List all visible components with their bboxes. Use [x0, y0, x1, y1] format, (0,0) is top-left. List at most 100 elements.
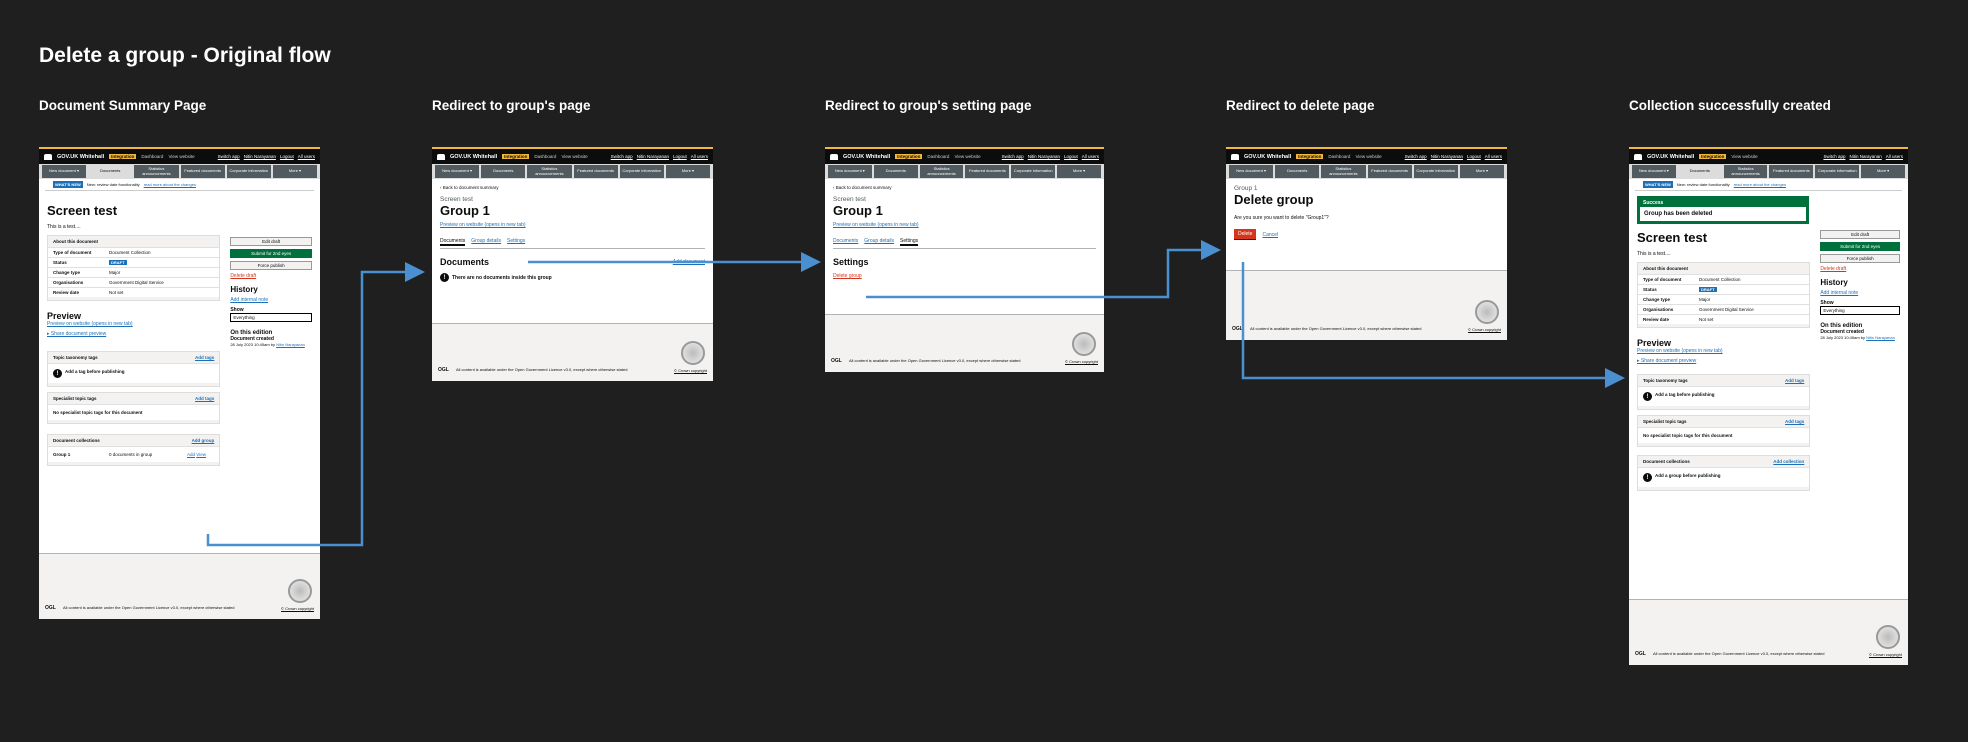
view-website-link[interactable]: View website [1355, 154, 1381, 159]
add-note-link[interactable]: Add internal note [230, 297, 312, 303]
delete-draft-link[interactable]: Delete draft [1820, 266, 1900, 272]
brand[interactable]: GOV.UK Whitehall [1244, 154, 1291, 160]
nav-new-document[interactable]: New document ▾ [435, 165, 480, 178]
logout-link[interactable]: Logout [1467, 154, 1481, 159]
delete-button[interactable]: Delete [1234, 229, 1257, 240]
tab-settings[interactable]: Settings [507, 238, 525, 246]
nav-featured[interactable]: Featured documents [573, 165, 618, 178]
tab-documents[interactable]: Documents [440, 238, 466, 246]
nav-documents[interactable]: Documents [481, 165, 526, 178]
brand[interactable]: GOV.UK Whitehall [1647, 154, 1694, 160]
submit-button[interactable]: Submit for 2nd eyes [230, 249, 312, 258]
preview-link[interactable]: Preview on website (opens in new tab) [47, 321, 220, 327]
nav-corporate[interactable]: Corporate information [619, 165, 664, 178]
edit-draft-button[interactable]: Edit draft [1820, 230, 1900, 239]
nav-new-document[interactable]: New document ▾ [1229, 165, 1274, 178]
nav-featured[interactable]: Featured documents [1367, 165, 1412, 178]
share-preview-link[interactable]: ▸ Share document preview [1637, 358, 1810, 364]
add-note-link[interactable]: Add internal note [1820, 290, 1900, 296]
copyright-link[interactable]: © Crown copyright [1869, 652, 1902, 657]
nav-more[interactable]: More ▾ [272, 165, 318, 178]
user-link[interactable]: Nitin Narayanan [637, 154, 669, 159]
all-users-link[interactable]: All users [298, 154, 315, 159]
switch-app-link[interactable]: Switch app [1405, 154, 1427, 159]
user-link[interactable]: Nitin Narayanan [244, 154, 276, 159]
view-website-link[interactable]: View website [561, 154, 587, 159]
dashboard-link[interactable]: Dashboard [534, 154, 556, 159]
view-website-link[interactable]: View website [1731, 154, 1757, 159]
nav-more[interactable]: More ▾ [1861, 165, 1905, 178]
dashboard-link[interactable]: Dashboard [141, 154, 163, 159]
tab-group-details[interactable]: Group details [864, 238, 894, 246]
user-link[interactable]: Nitin Narayanan [1849, 154, 1881, 159]
force-publish-button[interactable]: Force publish [1820, 254, 1900, 263]
group-add-link[interactable]: Add [187, 452, 195, 457]
all-users-link[interactable]: All users [1082, 154, 1099, 159]
created-user-link[interactable]: Nitin Narayanan [1866, 335, 1895, 340]
nav-corporate[interactable]: Corporate information [1815, 165, 1860, 178]
delete-group-link[interactable]: Delete group [833, 273, 1096, 279]
nav-documents[interactable]: Documents [1677, 165, 1722, 178]
whats-new-link[interactable]: read more about the changes [1734, 182, 1786, 187]
logout-link[interactable]: Logout [1064, 154, 1078, 159]
nav-featured[interactable]: Featured documents [180, 165, 225, 178]
all-users-link[interactable]: All users [1485, 154, 1502, 159]
preview-link[interactable]: Preview on website (opens in new tab) [1637, 348, 1810, 354]
dashboard-link[interactable]: Dashboard [927, 154, 949, 159]
nav-more[interactable]: More ▾ [1057, 165, 1101, 178]
nav-statistics[interactable]: Statistics announcements [1723, 165, 1768, 178]
created-user-link[interactable]: Nitin Narayanan [276, 342, 305, 347]
add-group-link[interactable]: Add group [192, 438, 215, 443]
view-website-link[interactable]: View website [954, 154, 980, 159]
switch-app-link[interactable]: Switch app [1002, 154, 1024, 159]
nav-documents[interactable]: Documents [873, 165, 918, 178]
user-link[interactable]: Nitin Narayanan [1028, 154, 1060, 159]
tab-settings[interactable]: Settings [900, 238, 919, 246]
nav-statistics[interactable]: Statistics announcements [919, 165, 964, 178]
all-users-link[interactable]: All users [1886, 154, 1903, 159]
show-select[interactable]: Everything [1820, 306, 1900, 315]
switch-app-link[interactable]: Switch app [1823, 154, 1845, 159]
nav-documents[interactable]: Documents [88, 165, 133, 178]
nav-statistics[interactable]: Statistics announcements [527, 165, 572, 178]
force-publish-button[interactable]: Force publish [230, 261, 312, 270]
group-view-link[interactable]: View [196, 452, 206, 457]
add-document-link[interactable]: Add document [673, 259, 705, 265]
nav-featured[interactable]: Featured documents [1769, 165, 1814, 178]
nav-new-document[interactable]: New document ▾ [828, 165, 872, 178]
copyright-link[interactable]: © Crown copyright [1065, 359, 1098, 364]
whats-new-link[interactable]: read more about the changes [144, 182, 196, 187]
nav-more[interactable]: More ▾ [1459, 165, 1505, 178]
brand[interactable]: GOV.UK Whitehall [843, 154, 890, 160]
nav-new-document[interactable]: New document ▾ [1632, 165, 1676, 178]
logout-link[interactable]: Logout [280, 154, 294, 159]
brand[interactable]: GOV.UK Whitehall [450, 154, 497, 160]
copyright-link[interactable]: © Crown copyright [1468, 327, 1501, 332]
nav-statistics[interactable]: Statistics announcements [1321, 165, 1366, 178]
share-preview-link[interactable]: ▸ Share document preview [47, 331, 220, 337]
all-users-link[interactable]: All users [691, 154, 708, 159]
back-link[interactable]: ‹ Back to document summary [440, 185, 705, 190]
delete-draft-link[interactable]: Delete draft [230, 273, 312, 279]
cancel-link[interactable]: Cancel [1262, 232, 1278, 238]
user-link[interactable]: Nitin Narayanan [1431, 154, 1463, 159]
add-tags-link[interactable]: Add tags [195, 396, 214, 401]
preview-link[interactable]: Preview on website (opens in new tab) [833, 222, 1096, 228]
tab-documents[interactable]: Documents [833, 238, 858, 246]
nav-statistics[interactable]: Statistics announcements [134, 165, 179, 178]
view-website-link[interactable]: View website [168, 154, 194, 159]
nav-more[interactable]: More ▾ [665, 165, 711, 178]
add-tags-link[interactable]: Add tags [1785, 378, 1804, 383]
add-tags-link[interactable]: Add tags [1785, 419, 1804, 424]
nav-corporate[interactable]: Corporate information [1413, 165, 1458, 178]
edit-draft-button[interactable]: Edit draft [230, 237, 312, 246]
tab-group-details[interactable]: Group details [471, 238, 501, 246]
back-link[interactable]: ‹ Back to document summary [833, 185, 1096, 190]
nav-documents[interactable]: Documents [1275, 165, 1320, 178]
add-tags-link[interactable]: Add tags [195, 355, 214, 360]
submit-button[interactable]: Submit for 2nd eyes [1820, 242, 1900, 251]
add-collection-link[interactable]: Add collection [1773, 459, 1804, 464]
nav-corporate[interactable]: Corporate information [226, 165, 271, 178]
nav-new-document[interactable]: New document ▾ [42, 165, 87, 178]
nav-featured[interactable]: Featured documents [965, 165, 1010, 178]
